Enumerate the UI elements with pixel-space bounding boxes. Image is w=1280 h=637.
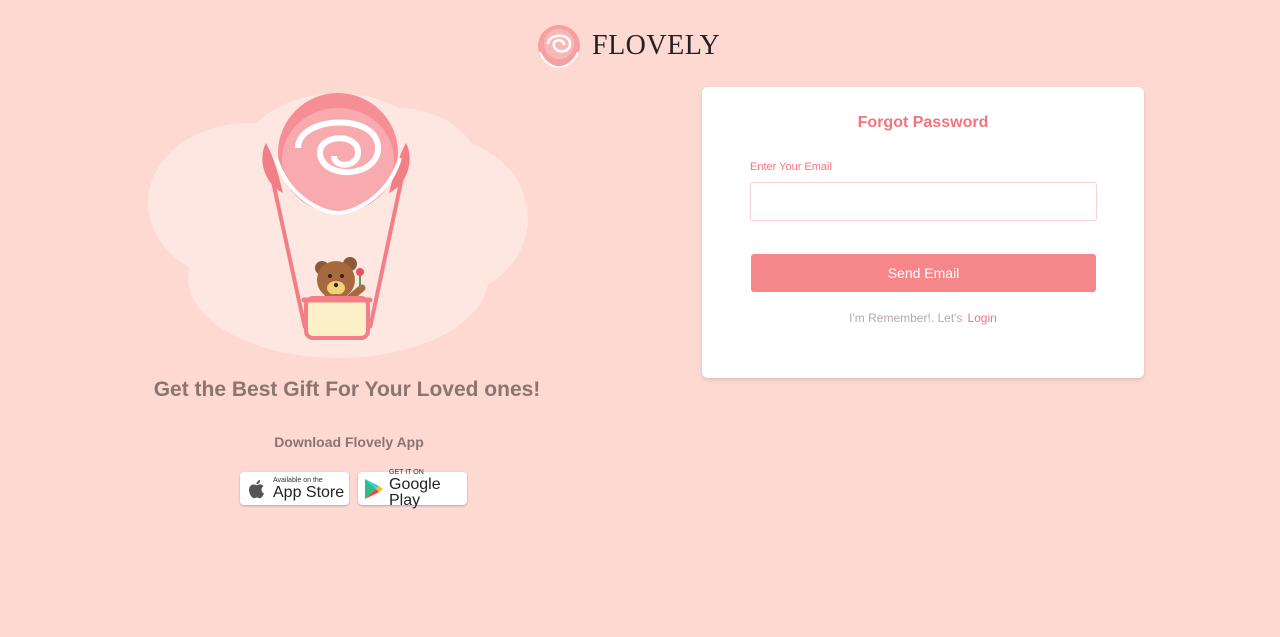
google-play-icon: [364, 477, 384, 501]
brand-name: FLOVELY: [592, 30, 721, 61]
balloon-illustration: [148, 93, 528, 358]
email-label: Enter Your Email: [750, 161, 832, 173]
app-store-big-text: App Store: [273, 483, 345, 501]
google-play-big-text: Google Play: [389, 475, 441, 509]
apple-icon: [246, 477, 268, 501]
google-play-button[interactable]: GET IT ON Google Play: [358, 468, 467, 508]
hero-tagline: Get the Best Gift For Your Loved ones!: [153, 378, 541, 401]
rose-logo-icon: [538, 25, 580, 69]
remember-login-row: I'm Remember!. Let's Login: [702, 311, 1144, 325]
brand-logo[interactable]: FLOVELY: [532, 22, 720, 70]
remember-text: I'm Remember!. Let's: [849, 311, 963, 325]
google-play-small-text: GET IT ON: [389, 468, 424, 476]
app-store-small-text: Available on the: [273, 476, 323, 484]
download-app-label: Download Flovely App: [274, 434, 424, 450]
forgot-password-card: Forgot Password Enter Your Email Send Em…: [702, 87, 1144, 378]
login-link[interactable]: Login: [967, 311, 996, 325]
send-email-button[interactable]: Send Email: [751, 254, 1096, 292]
forgot-password-title: Forgot Password: [857, 114, 989, 131]
app-store-button[interactable]: Available on the App Store: [240, 472, 349, 505]
email-input[interactable]: [750, 182, 1097, 221]
